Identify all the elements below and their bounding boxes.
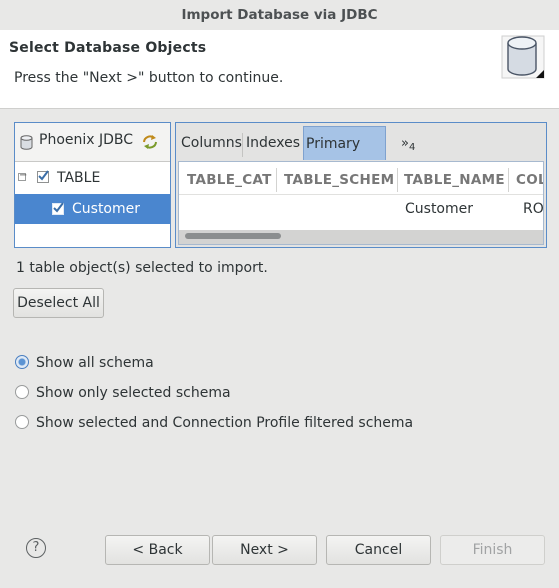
connection-header: Phoenix JDBC — [15, 123, 170, 162]
tab-columns[interactable]: Columns — [181, 126, 242, 160]
radio-label: Show selected and Connection Profile fil… — [36, 415, 414, 431]
tree-node-label: Customer — [72, 201, 141, 217]
cancel-button[interactable]: Cancel — [326, 535, 431, 565]
radio-show-selected-schema[interactable] — [15, 385, 29, 399]
page-title: Select Database Objects — [9, 40, 207, 56]
column-header[interactable]: TABLE_SCHEM — [284, 166, 394, 194]
wizard-header: Select Database Objects Press the "Next … — [0, 30, 559, 109]
overflow-chevron-icon: » — [401, 136, 409, 151]
window-title-bar: Import Database via JDBC — [0, 0, 559, 31]
column-header[interactable]: TABLE_NAME — [404, 166, 505, 194]
table-row[interactable]: Customer ROV — [179, 195, 543, 225]
connection-name: Phoenix JDBC — [39, 132, 134, 148]
help-icon[interactable]: ? — [26, 538, 46, 558]
deselect-all-button[interactable]: Deselect All — [13, 288, 104, 318]
customer-checkbox[interactable] — [52, 202, 64, 215]
radio-show-filtered-schema[interactable] — [15, 415, 29, 429]
collapse-toggle-icon[interactable]: − — [18, 171, 27, 181]
tab-indexes[interactable]: Indexes — [246, 126, 302, 160]
column-header[interactable]: COL — [516, 166, 543, 194]
selection-status: 1 table object(s) selected to import. — [16, 260, 268, 276]
tree-node-table[interactable]: − TABLE — [15, 163, 170, 193]
tab-overflow-button[interactable]: »4 — [401, 126, 431, 160]
scrollbar-thumb[interactable] — [185, 233, 281, 239]
radio-label: Show all schema — [36, 355, 154, 371]
tree-node-label: TABLE — [57, 170, 101, 186]
cell: Customer — [405, 201, 474, 217]
column-divider — [508, 168, 509, 192]
next-button[interactable]: Next > — [212, 535, 317, 565]
primary-key-grid: TABLE_CAT TABLE_SCHEM TABLE_NAME COL Cus… — [178, 161, 544, 245]
page-description: Press the "Next >" button to continue. — [14, 70, 284, 86]
column-header[interactable]: TABLE_CAT — [187, 166, 272, 194]
object-tree-panel: Phoenix JDBC − TABLE Customer — [14, 122, 171, 248]
refresh-icon[interactable] — [141, 133, 159, 151]
radio-show-all-schema[interactable] — [15, 355, 29, 369]
check-icon — [53, 202, 64, 213]
back-button[interactable]: < Back — [105, 535, 210, 565]
horizontal-scrollbar[interactable] — [179, 230, 543, 244]
database-icon — [501, 35, 545, 79]
tab-separator — [242, 133, 243, 157]
finish-button[interactable]: Finish — [440, 535, 545, 565]
cell: ROV — [523, 201, 544, 217]
table-checkbox[interactable] — [37, 170, 49, 183]
radio-label: Show only selected schema — [36, 385, 231, 401]
window-title: Import Database via JDBC — [181, 7, 378, 23]
connection-db-icon — [20, 135, 33, 150]
details-tab-panel: Columns Indexes Primary Key »4 TABLE_CAT… — [175, 122, 547, 248]
column-divider — [276, 168, 277, 192]
tab-primary-key[interactable]: Primary Key — [303, 126, 386, 186]
column-divider — [397, 168, 398, 192]
check-icon — [38, 170, 49, 181]
tree-node-customer[interactable]: Customer — [15, 194, 170, 224]
overflow-count: 4 — [408, 142, 416, 153]
